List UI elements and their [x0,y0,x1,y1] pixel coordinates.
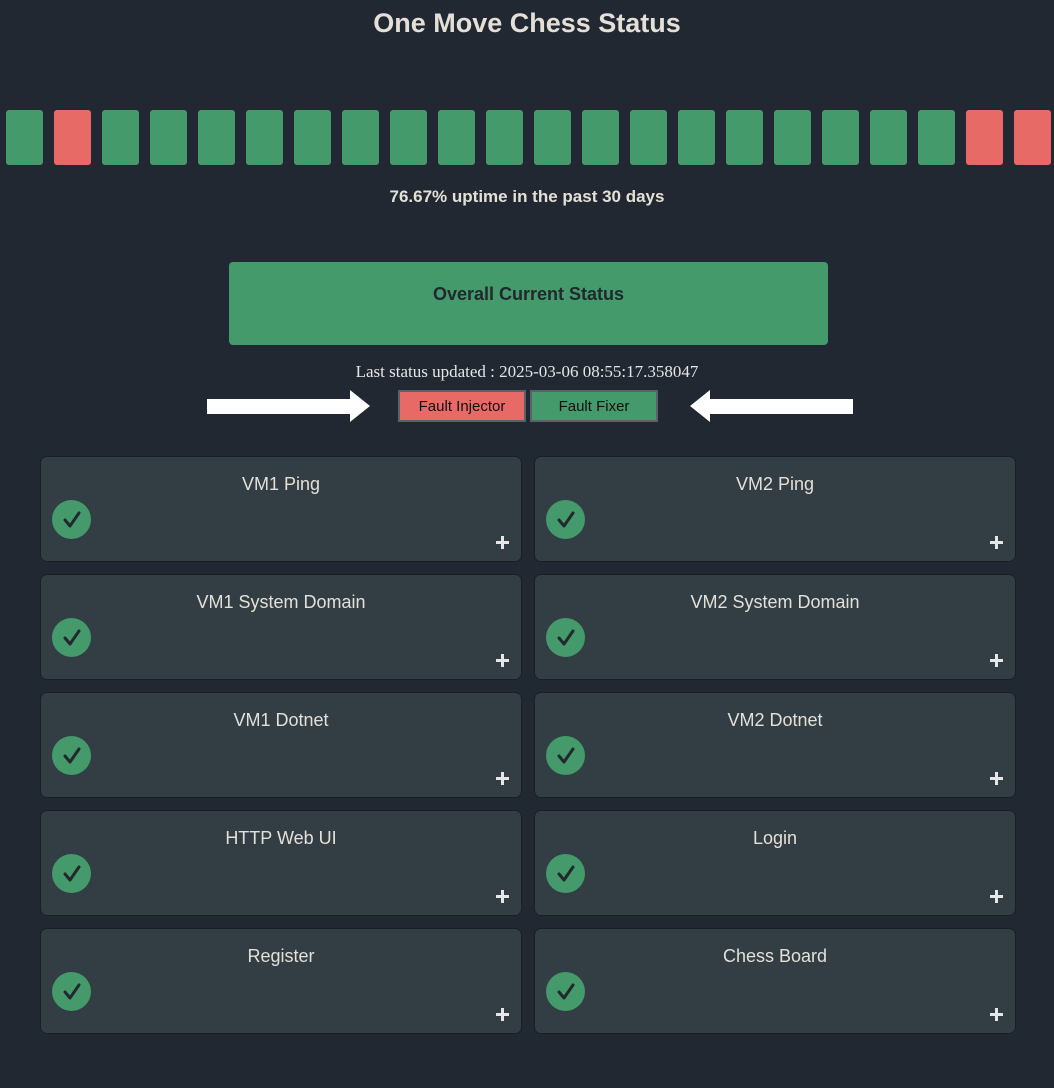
check-circle-icon [546,618,585,657]
plus-icon[interactable] [990,890,1003,903]
page-title: One Move Chess Status [373,8,681,38]
plus-icon[interactable] [496,536,509,549]
service-name: Register [247,946,315,966]
plus-icon[interactable] [990,1008,1003,1021]
history-day-up[interactable] [534,110,571,165]
check-circle-icon [546,736,585,775]
service-name: VM1 System Domain [196,592,366,612]
check-circle-icon [52,736,91,775]
service-card[interactable]: VM2 Ping [534,456,1016,562]
history-day-up[interactable] [342,110,379,165]
service-card[interactable]: VM2 System Domain [534,574,1016,680]
service-name: HTTP Web UI [225,828,337,848]
history-day-up[interactable] [870,110,907,165]
history-day-up[interactable] [822,110,859,165]
history-day-up[interactable] [390,110,427,165]
history-day-up[interactable] [774,110,811,165]
service-card[interactable]: VM1 Dotnet [40,692,522,798]
history-day-up[interactable] [630,110,667,165]
service-name: Chess Board [722,946,828,966]
check-circle-icon [52,500,91,539]
service-name: VM1 Dotnet [233,710,329,730]
history-day-up[interactable] [678,110,715,165]
history-day-up[interactable] [726,110,763,165]
history-day-down[interactable] [54,110,91,165]
plus-icon[interactable] [990,772,1003,785]
plus-icon[interactable] [496,890,509,903]
history-day-up[interactable] [198,110,235,165]
fault-fixer-button[interactable]: Fault Fixer [530,390,658,422]
status-page: One Move Chess Status 76.67% uptime in t… [0,0,1054,1088]
history-day-up[interactable] [582,110,619,165]
plus-icon[interactable] [496,772,509,785]
service-name: VM1 Ping [241,474,321,494]
history-day-up[interactable] [486,110,523,165]
uptime-summary: 76.67% uptime in the past 30 days [389,187,665,206]
service-name: VM2 Dotnet [727,710,823,730]
service-card[interactable]: Register [40,928,522,1034]
history-day-down[interactable] [1014,110,1051,165]
arrow-right-icon [207,390,370,422]
check-circle-icon [546,972,585,1011]
overall-status-banner: Overall Current Status [229,262,828,345]
history-day-up[interactable] [6,110,43,165]
last-updated-text: Last status updated : 2025-03-06 08:55:1… [355,362,699,381]
check-circle-icon [52,972,91,1011]
history-day-up[interactable] [438,110,475,165]
service-name: VM2 System Domain [690,592,860,612]
history-day-up[interactable] [102,110,139,165]
service-card[interactable]: VM1 Ping [40,456,522,562]
service-card[interactable]: VM1 System Domain [40,574,522,680]
service-card[interactable]: VM2 Dotnet [534,692,1016,798]
fault-injector-button[interactable]: Fault Injector [398,390,526,422]
service-name: VM2 Ping [735,474,815,494]
check-circle-icon [52,618,91,657]
history-day-down[interactable] [966,110,1003,165]
service-name: Login [752,828,798,848]
history-day-up[interactable] [246,110,283,165]
service-card[interactable]: Login [534,810,1016,916]
plus-icon[interactable] [496,654,509,667]
history-day-up[interactable] [918,110,955,165]
service-card[interactable]: Chess Board [534,928,1016,1034]
plus-icon[interactable] [990,536,1003,549]
check-circle-icon [546,500,585,539]
history-day-up[interactable] [294,110,331,165]
uptime-history-bar [6,110,1051,165]
plus-icon[interactable] [990,654,1003,667]
service-card[interactable]: HTTP Web UI [40,810,522,916]
arrow-left-icon [690,390,853,422]
plus-icon[interactable] [496,1008,509,1021]
check-circle-icon [546,854,585,893]
history-day-up[interactable] [150,110,187,165]
check-circle-icon [52,854,91,893]
